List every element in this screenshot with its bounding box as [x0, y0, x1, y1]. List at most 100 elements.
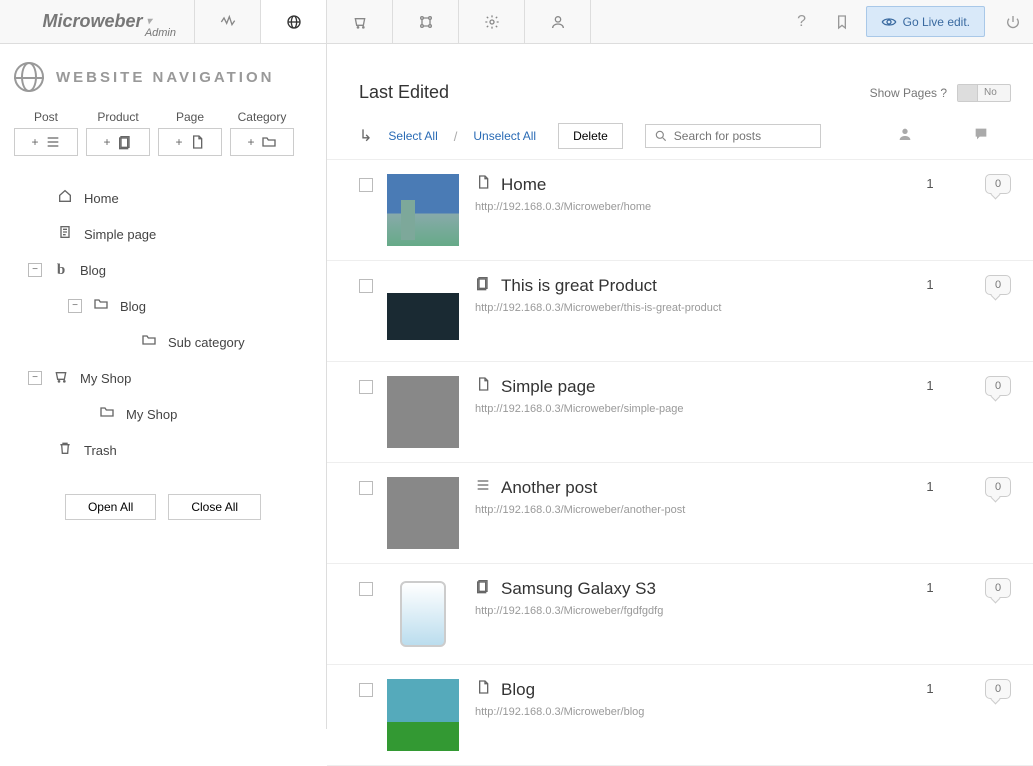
add-product-button[interactable]: +: [86, 128, 150, 156]
row-title: Home: [501, 175, 546, 195]
row-author-count: 1: [905, 277, 955, 292]
content-row[interactable]: Another post http://192.168.0.3/Microwebe…: [327, 463, 1033, 564]
delete-button[interactable]: Delete: [558, 123, 623, 149]
row-author-count: 1: [905, 479, 955, 494]
blog-icon: b: [50, 262, 72, 279]
search-icon: [654, 128, 668, 144]
add-post-label: Post: [14, 110, 78, 124]
select-arrow-icon: ↳: [359, 126, 372, 146]
row-thumbnail[interactable]: [387, 477, 459, 549]
close-all-button[interactable]: Close All: [168, 494, 261, 520]
brand-name: Microweber: [42, 11, 142, 32]
row-type-icon: [475, 477, 491, 498]
row-type-icon: [475, 376, 491, 397]
nav-settings-icon[interactable]: [459, 0, 525, 43]
sidebar: WEBSITE NAVIGATION Post + Product + Page…: [0, 44, 327, 729]
tree-trash[interactable]: Trash: [14, 432, 312, 468]
collapse-icon[interactable]: −: [28, 371, 42, 385]
row-comments-count[interactable]: 0: [985, 477, 1011, 497]
row-url: http://192.168.0.3/Microweber/fgdfgdfg: [475, 605, 905, 617]
add-post-button[interactable]: +: [14, 128, 78, 156]
row-comments-count[interactable]: 0: [985, 174, 1011, 194]
brand-logo[interactable]: Microweber ▾ Admin: [0, 0, 195, 43]
collapse-icon[interactable]: −: [68, 299, 82, 313]
row-checkbox[interactable]: [359, 380, 373, 394]
page-icon: [54, 224, 76, 244]
show-pages-label: Show Pages ?: [870, 86, 947, 100]
row-checkbox[interactable]: [359, 683, 373, 697]
row-checkbox[interactable]: [359, 178, 373, 192]
go-live-label: Go Live edit.: [903, 15, 970, 29]
row-comments-count[interactable]: 0: [985, 275, 1011, 295]
row-thumbnail[interactable]: [387, 578, 459, 650]
row-checkbox[interactable]: [359, 279, 373, 293]
row-comments-count[interactable]: 0: [985, 578, 1011, 598]
folder-icon: [138, 332, 160, 352]
sidebar-title: WEBSITE NAVIGATION: [14, 62, 312, 92]
cart-icon: [50, 368, 72, 388]
show-pages-toggle[interactable]: No: [957, 84, 1011, 102]
tree-blog-child[interactable]: − Blog: [14, 288, 312, 324]
row-type-icon: [475, 275, 491, 296]
content-row[interactable]: This is great Producthttp://192.168.0.3/…: [327, 261, 1033, 362]
folder-icon: [96, 404, 118, 424]
add-row: Post + Product + Page + Category +: [14, 110, 312, 156]
nav-website-icon[interactable]: [261, 0, 327, 43]
row-thumbnail[interactable]: [387, 275, 459, 347]
unselect-all-link[interactable]: Unselect All: [473, 129, 536, 143]
row-url: http://192.168.0.3/Microweber/simple-pag…: [475, 403, 905, 415]
add-page-button[interactable]: +: [158, 128, 222, 156]
row-title: Another post: [501, 478, 597, 498]
row-author-count: 1: [905, 378, 955, 393]
row-url: http://192.168.0.3/Microweber/blog: [475, 706, 905, 718]
home-icon: [54, 188, 76, 208]
tree-sub-category[interactable]: Sub category: [14, 324, 312, 360]
row-checkbox[interactable]: [359, 582, 373, 596]
row-comments-count[interactable]: 0: [985, 376, 1011, 396]
open-all-button[interactable]: Open All: [65, 494, 156, 520]
go-live-button[interactable]: Go Live edit.: [866, 6, 985, 37]
row-checkbox[interactable]: [359, 481, 373, 495]
topbar: Microweber ▾ Admin ? Go Live edit.: [0, 0, 1033, 44]
add-category-button[interactable]: +: [230, 128, 294, 156]
row-thumbnail[interactable]: [387, 679, 459, 751]
row-title: This is great Product: [501, 276, 657, 296]
tree-home[interactable]: Home: [14, 180, 312, 216]
nav-users-icon[interactable]: [525, 0, 591, 43]
globe-icon: [14, 62, 44, 92]
nav-dashboard-icon[interactable]: [195, 0, 261, 43]
content-row[interactable]: Home http://192.168.0.3/Microweber/home1 0: [327, 160, 1033, 261]
tree-shop-child[interactable]: My Shop: [14, 396, 312, 432]
nav-modules-icon[interactable]: [393, 0, 459, 43]
content-row[interactable]: Bloghttp://192.168.0.3/Microweber/blog10: [327, 665, 1033, 766]
nav-shop-icon[interactable]: [327, 0, 393, 43]
bookmark-icon[interactable]: [822, 0, 862, 43]
collapse-icon[interactable]: −: [28, 263, 42, 277]
row-type-icon: [475, 578, 491, 599]
row-url: http://192.168.0.3/Microweber/home: [475, 201, 905, 213]
page-title: Last Edited: [359, 82, 449, 103]
row-type-icon: [475, 174, 491, 195]
author-column-icon: [875, 126, 935, 147]
list-toolbar: ↳ Select All / Unselect All Delete: [327, 119, 1033, 160]
search-input[interactable]: [674, 129, 812, 143]
main: Last Edited Show Pages ? No ↳ Select All…: [327, 44, 1033, 729]
row-url: http://192.168.0.3/Microweber/another-po…: [475, 504, 905, 516]
search-box[interactable]: [645, 124, 821, 148]
tree-shop[interactable]: − My Shop: [14, 360, 312, 396]
row-thumbnail[interactable]: [387, 174, 459, 246]
content-row[interactable]: Samsung Galaxy S3http://192.168.0.3/Micr…: [327, 564, 1033, 665]
add-product-label: Product: [86, 110, 150, 124]
power-icon[interactable]: [993, 0, 1033, 43]
row-type-icon: [475, 679, 491, 700]
row-author-count: 1: [905, 176, 955, 191]
tree-blog[interactable]: − b Blog: [14, 252, 312, 288]
row-title: Simple page: [501, 377, 596, 397]
brand-sub: Admin: [145, 27, 176, 39]
row-thumbnail[interactable]: [387, 376, 459, 448]
help-icon[interactable]: ?: [782, 0, 822, 43]
content-row[interactable]: Simple page http://192.168.0.3/Microweber…: [327, 362, 1033, 463]
select-all-link[interactable]: Select All: [388, 129, 437, 143]
row-comments-count[interactable]: 0: [985, 679, 1011, 699]
tree-simple-page[interactable]: Simple page: [14, 216, 312, 252]
